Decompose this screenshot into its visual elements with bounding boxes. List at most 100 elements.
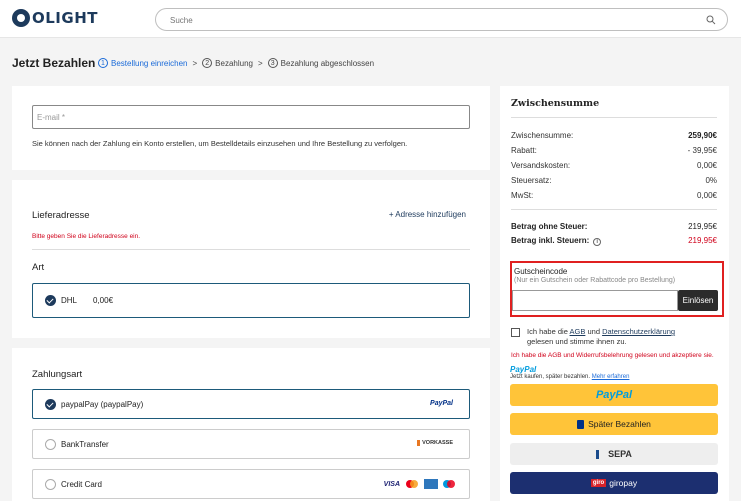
search-icon[interactable] [706,15,716,25]
learn-more-link[interactable]: Mehr erfahren [592,374,630,380]
summary-label: Zwischensumme: [511,131,574,140]
logo-mark-icon [12,9,30,27]
shipping-option-price: 0,00€ [93,296,114,305]
email-placeholder: E-mail * [37,112,66,122]
agb-error: Ich habe die AGB und Widerrufsbelehrung … [511,352,714,359]
giropay-label: giropay [609,478,638,488]
amex-icon [424,479,438,489]
vorkasse-logo-icon: VORKASSE [417,440,453,446]
step-3: 3 Bezahlung abgeschlossen [267,58,375,68]
privacy-link[interactable]: Datenschutzerklärung [602,327,675,336]
summary-title: Zwischensumme [511,98,600,109]
paypal-button[interactable]: PayPal [510,384,718,406]
summary-row-taxrate: Steuersatz: 0% [511,176,717,185]
summary-label: Betrag inkl. Steuern: [511,236,590,245]
step-2-number: 2 [202,58,213,68]
divider [511,117,717,118]
payment-option-label: Credit Card [61,480,102,489]
voucher-subtitle: (Nur ein Gutschein oder Rabattcode pro B… [514,277,676,284]
search-input[interactable] [170,13,670,27]
address-error: Bitte geben Sie die Lieferadresse ein. [32,233,141,240]
paypal-logo-icon: PayPal [510,365,629,374]
step-3-label: Bezahlung abgeschlossen [280,58,375,68]
summary-label: MwSt: [511,191,534,200]
paypal-logo-icon: PayPal [430,400,453,407]
agb-text: Ich habe die AGB und Datenschutzerklärun… [527,327,717,347]
redeem-button[interactable]: Einlösen [678,290,718,311]
voucher-title: Gutscheincode [514,267,568,276]
header: OLIGHT [0,0,741,38]
info-icon[interactable]: i [593,238,602,246]
email-field[interactable]: E-mail * [32,105,470,129]
card-logos: VISA [384,479,455,489]
summary-label: Steuersatz: [511,176,552,185]
summary-value: 0,00€ [696,191,717,200]
summary-value: 219,95€ [688,236,717,245]
summary-row-vat: MwSt: 0,00€ [511,191,717,200]
payment-option-paypal[interactable]: paypalPay (paypalPay) PayPal [32,389,470,419]
payment-option-creditcard[interactable]: Credit Card VISA [32,469,470,499]
step-3-number: 3 [267,58,278,68]
olight-logo[interactable]: OLIGHT [12,9,98,27]
step-1-label: Bestellung einreichen [111,58,188,68]
agb-text-part: und [585,327,603,336]
giropay-icon: giro [590,479,607,487]
paypal-later-description: Jetzt kaufen, später bezahlen. [510,374,591,380]
sepa-label: SEPA [608,449,632,459]
step-1: 1 Bestellung einreichen [98,58,188,68]
sepa-button[interactable]: SEPA [510,443,718,465]
step-1-number: 1 [98,58,108,68]
payment-heading: Zahlungsart [32,369,83,380]
summary-row-discount: Rabatt: - 39,95€ [511,146,717,155]
summary-value: 219,95€ [688,222,717,231]
summary-value: - 39,95€ [687,146,717,155]
step-2-label: Bezahlung [215,58,253,68]
summary-value: 0,00€ [696,161,717,170]
divider [32,249,470,250]
agb-text-part: Ich habe die [527,327,570,336]
voucher-input[interactable] [512,290,678,311]
add-address-link[interactable]: + Adresse hinzufügen [389,210,466,219]
radio-icon [45,479,56,490]
payment-card: Zahlungsart paypalPay (paypalPay) PayPal… [12,348,490,501]
address-card: Lieferadresse + Adresse hinzufügen Bitte… [12,180,490,338]
agb-checkbox[interactable] [511,328,520,337]
check-icon [45,295,56,306]
agb-text-part: gelesen und stimme ihnen zu. [527,337,627,346]
email-hint: Sie können nach der Zahlung ein Konto er… [32,139,408,148]
shipping-option-dhl[interactable]: DHL 0,00€ [32,283,470,318]
divider [511,209,717,210]
payment-option-banktransfer[interactable]: BankTransfer VORKASSE [32,429,470,459]
check-icon [45,399,56,410]
paypal-logo-text: PayPal [510,365,537,374]
summary-label: Versandskosten: [511,161,571,170]
summary-label: Rabatt: [511,146,537,155]
giropay-button[interactable]: giro giropay [510,472,718,494]
summary-value: 259,90€ [688,131,717,140]
paypal-later-text: Jetzt kaufen, später bezahlen. Mehr erfa… [510,374,629,380]
search-bar[interactable] [155,8,728,31]
summary-value: 0% [705,176,717,185]
pay-later-button[interactable]: Später Bezahlen [510,413,718,435]
shipping-heading: Art [32,262,45,273]
summary-label-wrap: Betrag inkl. Steuern: i [511,236,602,246]
summary-row-net: Betrag ohne Steuer: 219,95€ [511,222,717,231]
step-2: 2 Bezahlung [202,58,253,68]
pay-later-label: Später Bezahlen [588,419,651,429]
address-heading: Lieferadresse [32,210,90,221]
email-card: E-mail * Sie können nach der Zahlung ein… [12,86,490,170]
payment-option-label: paypalPay (paypalPay) [61,400,144,409]
summary-label: Betrag ohne Steuer: [511,222,588,231]
step-separator: > [257,58,263,68]
payment-option-label: BankTransfer [61,440,109,449]
sepa-icon [596,449,606,459]
mastercard-icon [406,480,418,488]
step-separator: > [192,58,198,68]
summary-row-shipping: Versandskosten: 0,00€ [511,161,717,170]
agb-link[interactable]: AGB [570,327,586,336]
summary-row-gross: Betrag inkl. Steuern: i 219,95€ [511,236,717,246]
voucher-section: Gutscheincode (Nur ein Gutschein oder Ra… [510,261,724,317]
paypal-later-info: PayPal Jetzt kaufen, später bezahlen. Me… [510,365,629,380]
maestro-icon [443,480,455,488]
shipping-option-name: DHL [61,296,78,305]
